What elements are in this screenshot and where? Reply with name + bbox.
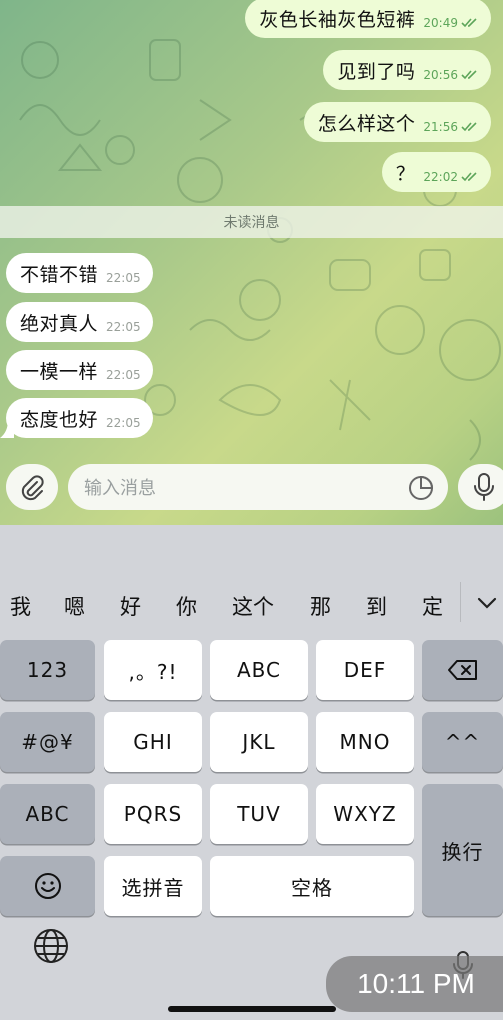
key-label: 选拼音 (121, 875, 185, 900)
candidate-word[interactable]: 这个 (232, 584, 274, 628)
outgoing-message[interactable]: 见到了吗 20:56 (323, 50, 491, 90)
globe-icon[interactable] (32, 927, 70, 965)
incoming-message[interactable]: 绝对真人 22:05 (6, 302, 153, 342)
key-label: ABC (236, 658, 281, 682)
key-label: 空格 (291, 875, 333, 900)
key-label: TUV (237, 802, 281, 826)
paperclip-icon (21, 475, 44, 501)
message-text: 怎么样这个 (317, 112, 416, 135)
key-symbols[interactable]: #@¥ (0, 712, 95, 772)
key-wxyz[interactable]: WXYZ (316, 784, 414, 844)
key-label: PQRS (123, 802, 183, 826)
message-input[interactable]: 输入消息 (68, 464, 448, 510)
key-label: DEF (343, 658, 387, 682)
candidate-word[interactable]: 我 (10, 584, 31, 628)
candidate-divider (460, 582, 461, 622)
key-jkl[interactable]: JKL (210, 712, 308, 772)
key-label: 123 (26, 658, 69, 682)
emoji-icon (34, 873, 61, 899)
key-label: MNO (339, 730, 391, 754)
key-label: ABC (25, 802, 70, 826)
key-ghi[interactable]: GHI (104, 712, 202, 772)
incoming-message[interactable]: 不错不错 22:05 (6, 253, 153, 293)
key-label: JKL (242, 730, 276, 754)
backspace-icon (447, 660, 477, 680)
candidate-word[interactable]: 那 (310, 584, 331, 628)
message-text: 见到了吗 (337, 60, 416, 83)
key-label: ,。?! (128, 659, 178, 684)
candidate-word[interactable]: 到 (366, 584, 387, 628)
message-text: 态度也好 (20, 408, 99, 431)
unread-messages-divider: 未读消息 (0, 206, 503, 238)
outgoing-message[interactable]: ？ 22:02 (381, 152, 491, 192)
unread-label: 未读消息 (223, 215, 280, 231)
key-abc[interactable]: ABC (210, 640, 308, 700)
key-punctuation[interactable]: ,。?! (104, 640, 202, 700)
key-emoticon[interactable]: ^^ (422, 712, 503, 772)
outgoing-message[interactable]: 怎么样这个 21:56 (303, 102, 491, 142)
message-input-placeholder: 输入消息 (84, 478, 156, 499)
message-time: 22:05 (106, 320, 141, 334)
message-text: 一模一样 (20, 360, 99, 383)
incoming-message[interactable]: 态度也好 22:05 (6, 398, 153, 438)
chat-area: 灰色长袖灰色短裤 20:49 见到了吗 20:56 怎么样这个 21:56 ？ … (0, 0, 503, 525)
message-text: 灰色长袖灰色短裤 (259, 8, 416, 31)
sticker-icon[interactable] (408, 475, 434, 501)
incoming-message[interactable]: 一模一样 22:05 (6, 350, 153, 390)
key-label: ^^ (444, 730, 481, 754)
candidate-word[interactable]: 嗯 (64, 584, 85, 628)
outgoing-message[interactable]: 灰色长袖灰色短裤 20:49 (245, 0, 491, 38)
message-time: 22:05 (106, 416, 141, 430)
key-pqrs[interactable]: PQRS (104, 784, 202, 844)
key-123[interactable]: 123 (0, 640, 95, 700)
chevron-down-icon[interactable] (476, 594, 498, 612)
key-label: GHI (133, 730, 173, 754)
key-abc-switch[interactable]: ABC (0, 784, 95, 844)
key-emoji[interactable]: ☺ (0, 856, 95, 916)
bubble-tail (0, 420, 14, 438)
read-ticks-icon (461, 172, 477, 182)
candidate-word[interactable]: 你 (176, 584, 197, 628)
attach-button[interactable] (6, 464, 58, 510)
home-indicator[interactable] (168, 1006, 336, 1012)
key-mno[interactable]: MNO (316, 712, 414, 772)
clock-time: 10:11 PM (357, 968, 475, 999)
key-label: WXYZ (333, 802, 397, 826)
message-text: 绝对真人 (20, 312, 99, 335)
time-overlay: 10:11 PM (326, 956, 503, 1012)
message-time: 22:05 (106, 368, 141, 382)
read-ticks-icon (461, 70, 477, 80)
message-time: 22:05 (106, 271, 141, 285)
message-time: 21:56 (423, 120, 458, 134)
read-ticks-icon (461, 122, 477, 132)
key-label: 换行 (441, 839, 484, 864)
message-time: 22:02 (423, 170, 458, 184)
message-text: ？ (395, 162, 416, 185)
read-ticks-icon (461, 18, 477, 28)
microphone-icon (474, 473, 494, 501)
key-tuv[interactable]: TUV (210, 784, 308, 844)
key-pinyin-select[interactable]: 选拼音 (104, 856, 202, 916)
message-time: 20:56 (423, 68, 458, 82)
message-time: 20:49 (423, 16, 458, 30)
candidate-word[interactable]: 定 (422, 584, 443, 628)
key-space[interactable]: 空格 (210, 856, 414, 916)
key-backspace[interactable] (422, 640, 503, 700)
candidate-bar: 我 嗯 好 你 这个 那 到 定 (0, 584, 503, 628)
key-def[interactable]: DEF (316, 640, 414, 700)
voice-message-button[interactable] (458, 464, 503, 510)
candidate-word[interactable]: 好 (120, 584, 141, 628)
message-text: 不错不错 (20, 263, 99, 286)
key-return[interactable]: 换行 (422, 784, 503, 916)
key-label: #@¥ (21, 730, 74, 754)
